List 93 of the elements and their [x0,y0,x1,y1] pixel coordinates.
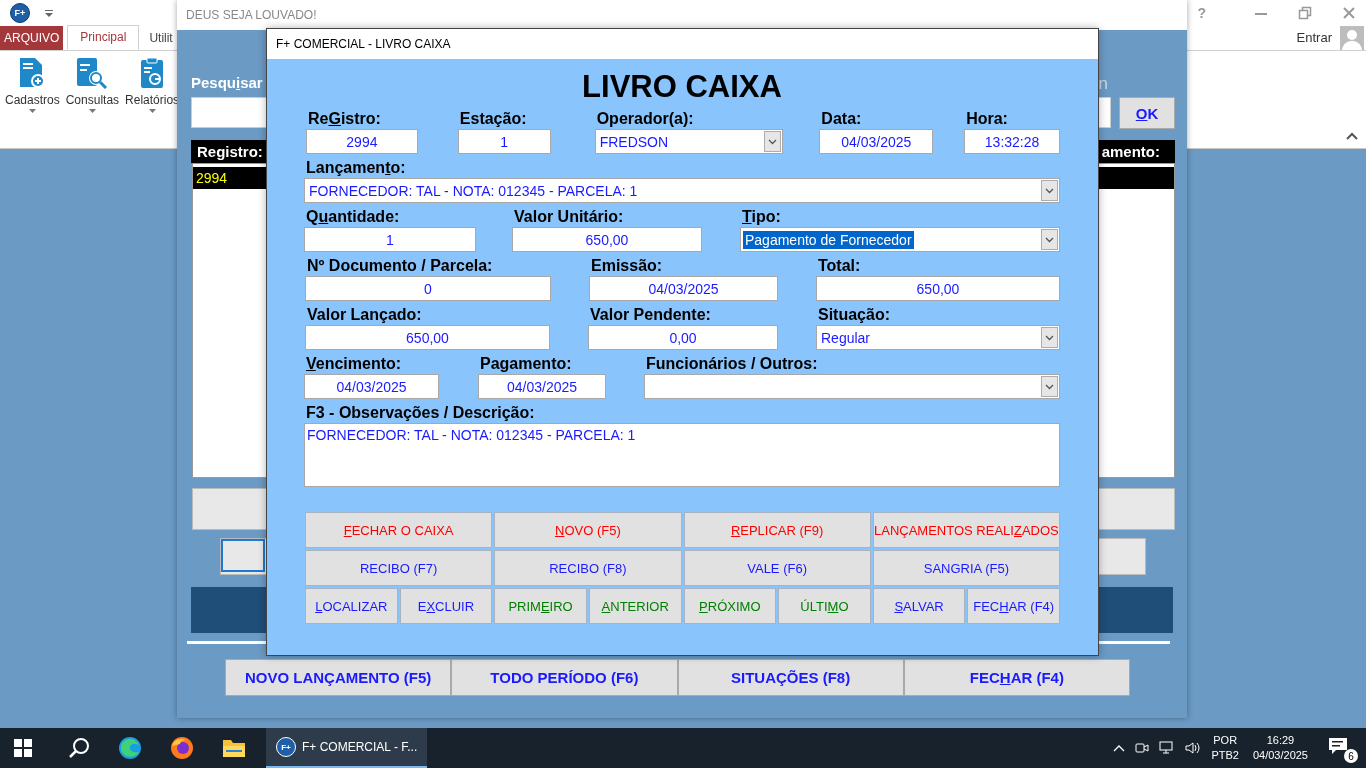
caret-icon [88,109,96,113]
action-button[interactable]: LOCALIZAR [305,588,398,624]
notification-badge: 6 [1344,749,1358,763]
quick-access-icon[interactable] [44,8,54,17]
browser-icon[interactable] [170,736,194,760]
column-header: Registro: [197,143,263,160]
text-field[interactable]: 04/03/2025 [304,374,439,399]
text-field[interactable]: 650,00 [305,325,550,350]
dropdown-field[interactable]: Pagamento de Fornecedor [740,227,1060,252]
text-field[interactable]: 04/03/2025 [478,374,606,399]
dropdown-field[interactable] [644,374,1060,399]
search-label: Pesquisar [191,74,263,93]
ribbon-button[interactable]: Consultas [64,57,121,113]
action-button[interactable]: RECIBO (F8) [494,550,682,586]
search-icon[interactable] [68,737,90,759]
action-button[interactable]: SALVAR [872,588,966,624]
ribbon-button[interactable]: Relatórios [124,57,181,113]
text-field[interactable]: 2994 [306,129,418,154]
ribbon-tab[interactable]: Utilit [139,26,173,50]
field-label: Quantidade: [305,207,401,227]
field-label: Valor Lançado: [306,305,423,325]
text-field[interactable]: 1 [457,129,551,154]
notifications-icon[interactable] [1328,737,1348,755]
field-label: Emissão: [590,256,664,276]
close-icon[interactable] [1342,5,1356,20]
window-title: DEUS SEJA LOUVADO! [186,8,317,22]
camera-icon[interactable] [1135,741,1150,755]
field-label: Funcionários / Outros: [645,354,819,374]
restore-icon[interactable] [1298,5,1312,20]
action-button[interactable]: PRÓXIMO [683,588,777,624]
field-label: Lançamento: [305,158,407,178]
start-icon[interactable] [14,739,32,757]
folder-icon[interactable] [222,738,246,758]
field-label: Operador(a): [595,109,695,129]
field-label: Tipo: [741,207,782,227]
field-label: Situação: [817,305,891,325]
field-label: Data: [820,109,863,129]
field-label: Vencimento: [305,354,403,374]
action-button[interactable]: FECHAR (F4) [903,659,1130,696]
form-heading: LIVRO CAIXA [581,68,783,106]
taskbar-app[interactable]: F+ F+ COMERCIAL - F... [266,728,428,768]
volume-icon[interactable] [1185,741,1202,755]
field-label: ReGistro: [307,109,382,129]
ribbon-tab[interactable]: Principal [67,25,140,50]
browser-icon[interactable] [118,736,142,760]
field-label: Valor Unitário: [513,207,625,227]
field-label: Nº Documento / Parcela: [306,256,494,276]
caret-icon [148,109,156,113]
clipboard-icon [139,57,166,89]
dialog-title: F+ COMERCIAL - LIVRO CAIXA [276,37,451,51]
action-button[interactable]: ÚLTIMO [778,588,871,624]
document-search-icon [75,57,110,89]
text-field[interactable]: 650,00 [512,227,702,252]
action-button[interactable]: PRIMEIRO [494,588,587,624]
action-button[interactable]: SITUAÇÕES (F8) [677,659,904,696]
action-button[interactable]: ANTERIOR [588,588,682,624]
text-field[interactable]: 0 [305,276,551,301]
field-label: Estação: [458,109,528,129]
collapse-ribbon-icon[interactable] [1346,132,1358,140]
text-field[interactable]: 0,00 [588,325,778,350]
language-indicator[interactable]: POR PTB2 [1211,733,1239,763]
chevron-up-icon[interactable] [1113,744,1126,752]
text-field[interactable]: 1 [304,227,476,252]
text-field[interactable]: 04/03/2025 [589,276,778,301]
search-label: n [1098,74,1108,95]
dropdown-field[interactable]: FREDSON [594,129,784,154]
network-icon[interactable] [1159,741,1176,755]
ribbon-tab[interactable]: ARQUIVO [0,26,64,50]
field-label: Total: [817,256,862,276]
sign-in-link[interactable]: Entrar [1296,30,1332,45]
action-button[interactable]: TODO PERÍODO (F6) [451,659,678,696]
action-button[interactable]: NOVO LANÇAMENTO (F5) [225,659,452,696]
text-field[interactable]: 13:32:28 [964,129,1060,154]
field-label: Valor Pendente: [589,305,712,325]
column-header: amento: [1101,143,1160,160]
caret-icon [28,109,36,113]
ribbon-button[interactable]: Cadastros [4,57,61,113]
field-label: Hora: [965,109,1009,129]
text-field[interactable]: 04/03/2025 [819,129,934,154]
dropdown-field[interactable]: Regular [816,325,1060,350]
action-button[interactable]: RECIBO (F7) [305,550,493,586]
action-button[interactable]: EXCLUIR [399,588,493,624]
notes-field[interactable]: FORNECEDOR: TAL - NOTA: 012345 - PARCELA: 1 [304,423,1060,487]
ok-button[interactable]: OK [1119,97,1175,129]
text-field[interactable]: 650,00 [816,276,1060,301]
action-button[interactable]: SANGRIA (F5) [872,550,1060,586]
field-label: F3 - Observações / Descrição: [305,403,536,423]
field-label: Pagamento: [479,354,573,374]
app-logo-icon: F+ [10,2,30,23]
dropdown-field[interactable]: FORNECEDOR: TAL - NOTA: 012345 - PARCELA: 1 [304,178,1060,203]
action-button[interactable]: VALE (F6) [683,550,871,586]
action-button[interactable]: FECHAR (F4) [967,588,1060,624]
clock[interactable]: 16:29 04/03/2025 [1252,733,1308,763]
